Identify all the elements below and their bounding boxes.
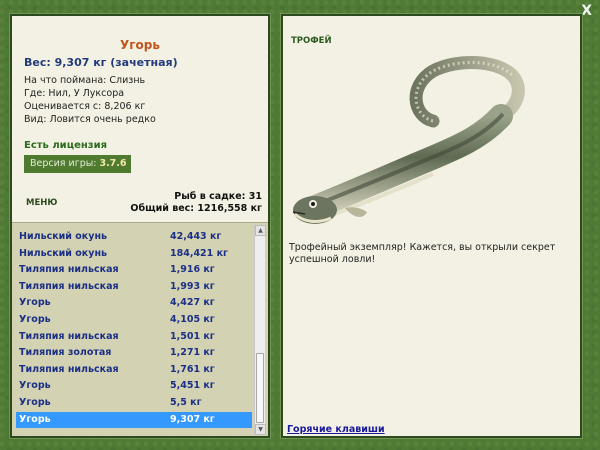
list-item-name: Угорь [19, 396, 51, 408]
keepnet-stats: Рыб в садке: 31 Общий вес: 1216,558 кг [130, 191, 262, 215]
fish-weight: Вес: 9,307 кг (зачетная) [24, 56, 178, 69]
location-info: Где: Нил, У Луксора [24, 88, 125, 99]
fish-count: Рыб в садке: 31 [174, 191, 262, 202]
list-item[interactable]: Тиляпия нильская 1,993 кг [16, 279, 252, 296]
fish-name: Угорь [120, 38, 160, 52]
trophy-message: Трофейный экземпляр! Кажется, вы открыли… [289, 242, 556, 265]
value-info: Оценивается с: 8,206 кг [24, 101, 146, 112]
list-item[interactable]: Угорь 5,451 кг [16, 378, 252, 395]
list-item[interactable]: Тиляпия нильская 1,501 кг [16, 329, 252, 346]
menu-button[interactable]: МЕНЮ [26, 198, 57, 208]
list-item-weight: 1,761 кг [170, 363, 215, 375]
version-label: Версия игры: [30, 158, 97, 169]
list-item[interactable]: Угорь 5,5 кг [16, 395, 252, 412]
list-item-name: Тиляпия золотая [19, 347, 112, 359]
catch-list-rows: Нильский окунь 42,443 кг Нильский окунь 184… [16, 229, 252, 429]
list-item-name: Угорь [19, 313, 51, 325]
version-badge: Версия игры: 3.7.6 [24, 155, 131, 173]
list-item-name: Нильский окунь [19, 231, 108, 242]
eel-illustration [292, 56, 525, 224]
list-item-weight: 1,271 кг [170, 347, 215, 359]
list-item-weight: 9,307 кг [170, 413, 215, 425]
list-item-weight: 1,501 кг [170, 330, 215, 342]
list-item[interactable]: Угорь 4,427 кг [16, 295, 252, 312]
catch-list[interactable]: Нильский окунь 42,443 кг Нильский окунь 184… [12, 222, 268, 436]
list-item[interactable]: Тиляпия нильская 1,761 кг [16, 362, 252, 379]
list-item[interactable]: Тиляпия нильская 1,916 кг [16, 262, 252, 279]
list-item-weight: 4,105 кг [170, 313, 215, 325]
bait-info: На что поймана: Слизнь [24, 75, 146, 86]
list-scrollbar[interactable]: ▲ ▼ [254, 225, 266, 435]
list-item-weight: 42,443 кг [170, 231, 222, 242]
list-item-name: Угорь [19, 413, 51, 425]
list-item-name: Угорь [19, 380, 51, 392]
list-item[interactable]: Угорь 4,105 кг [16, 312, 252, 329]
list-item-weight: 1,993 кг [170, 280, 215, 292]
scroll-down-icon[interactable]: ▼ [255, 424, 266, 435]
list-item-name: Тиляпия нильская [19, 330, 119, 342]
version-value: 3.7.6 [99, 158, 127, 169]
license-status: Есть лицензия [24, 140, 108, 151]
list-item-weight: 4,427 кг [170, 297, 215, 309]
list-item-weight: 184,421 кг [170, 247, 228, 259]
hotkeys-link[interactable]: Горячие клавиши [287, 424, 385, 435]
list-item[interactable]: Нильский окунь 42,443 кг [16, 229, 252, 246]
catch-info-panel: Угорь Вес: 9,307 кг (зачетная) На что по… [10, 14, 270, 438]
list-item[interactable]: Угорь 9,307 кг [16, 411, 252, 429]
close-button[interactable]: X [581, 3, 592, 19]
rarity-info: Вид: Ловится очень редко [24, 114, 156, 125]
catch-details: Угорь Вес: 9,307 кг (зачетная) На что по… [12, 16, 268, 220]
scroll-thumb[interactable] [256, 353, 264, 423]
list-item[interactable]: Нильский окунь 184,421 кг [16, 246, 252, 263]
list-item-name: Тиляпия нильская [19, 264, 119, 276]
list-item-name: Угорь [19, 297, 51, 309]
trophy-panel: ТРОФЕЙ Трофейный экземпляр! Кажется, вы … [281, 14, 582, 438]
list-item-name: Тиляпия нильская [19, 363, 119, 375]
list-item-name: Тиляпия нильская [19, 280, 119, 292]
list-item-weight: 1,916 кг [170, 264, 215, 276]
scroll-up-icon[interactable]: ▲ [255, 225, 266, 236]
list-item[interactable]: Тиляпия золотая 1,271 кг [16, 345, 252, 362]
list-item-weight: 5,5 кг [170, 396, 202, 408]
total-weight: Общий вес: 1216,558 кг [130, 203, 262, 214]
list-item-weight: 5,451 кг [170, 380, 215, 392]
trophy-label: ТРОФЕЙ [291, 36, 332, 46]
list-item-name: Нильский окунь [19, 247, 108, 259]
